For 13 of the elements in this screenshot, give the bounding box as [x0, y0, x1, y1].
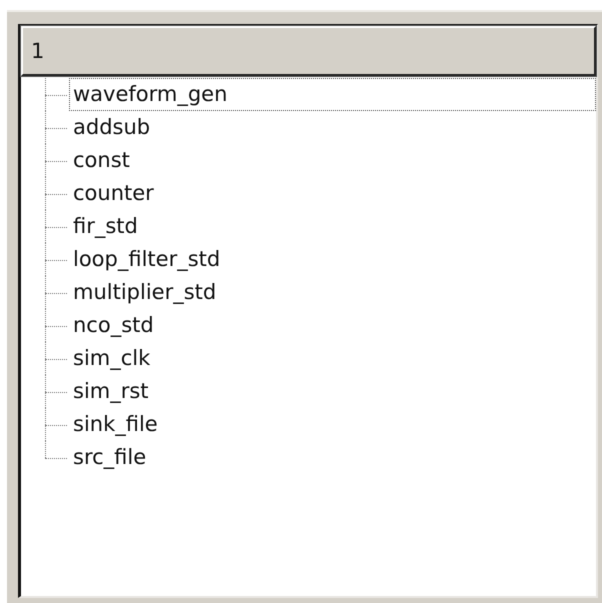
- tree-item[interactable]: waveform_gen: [69, 78, 596, 111]
- tree-item[interactable]: loop_filter_std: [69, 243, 596, 276]
- tree-item[interactable]: src_file: [69, 441, 596, 474]
- tree-item[interactable]: counter: [69, 177, 596, 210]
- column-header[interactable]: 1: [21, 26, 596, 76]
- tree-item[interactable]: fir_std: [69, 210, 596, 243]
- tree-item[interactable]: nco_std: [69, 309, 596, 342]
- tree-item[interactable]: multiplier_std: [69, 276, 596, 309]
- tree-item[interactable]: sim_clk: [69, 342, 596, 375]
- tree-item[interactable]: addsub: [69, 111, 596, 144]
- tree-item[interactable]: sink_file: [69, 408, 596, 441]
- tree-item[interactable]: sim_rst: [69, 375, 596, 408]
- tree-item[interactable]: const: [69, 144, 596, 177]
